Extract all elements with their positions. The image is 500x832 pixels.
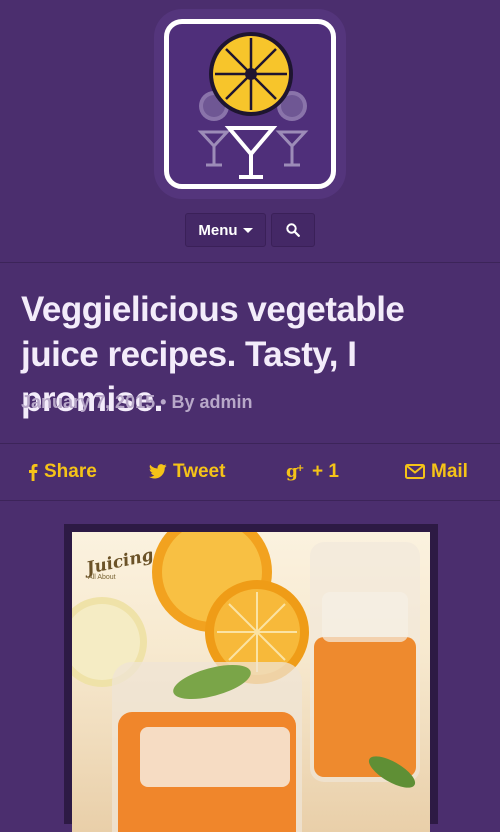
svg-text:+: + — [296, 463, 304, 474]
mail-share-button[interactable]: Mail — [405, 443, 468, 500]
google-plus-share-button[interactable]: g + + 1 — [286, 443, 339, 500]
search-icon — [286, 223, 300, 237]
header-divider — [0, 262, 500, 263]
share-divider-bottom — [0, 500, 500, 501]
google-plus-icon: g + — [286, 462, 304, 482]
facebook-share-label: Share — [44, 460, 97, 482]
meta-separator: • — [160, 392, 167, 412]
logo-box — [164, 19, 336, 189]
by-prefix: By — [171, 392, 195, 412]
twitter-share-label: Tweet — [173, 460, 226, 482]
mail-share-label: Mail — [431, 460, 468, 482]
twitter-share-button[interactable]: Tweet — [149, 443, 225, 500]
menu-label: Menu — [198, 221, 238, 239]
caret-down-icon — [242, 227, 253, 233]
twitter-icon — [149, 464, 167, 479]
menu-button[interactable]: Menu — [185, 213, 266, 247]
share-bar: Share Tweet g + + 1 Mail — [0, 443, 500, 500]
main-nav: Menu — [0, 213, 500, 249]
search-button[interactable] — [271, 213, 315, 247]
mail-icon — [405, 464, 425, 479]
facebook-share-button[interactable]: Share — [28, 443, 97, 500]
featured-image[interactable]: All About Juicing — [72, 532, 430, 832]
featured-image-frame: All About Juicing — [64, 524, 438, 832]
post-date[interactable]: January 7, 2015 — [21, 392, 155, 412]
post-meta: January 7, 2015 • By admin — [21, 392, 253, 413]
site-header: Menu — [0, 0, 500, 262]
google-plus-share-label: + 1 — [312, 460, 339, 482]
juice-photo-icon — [72, 532, 420, 832]
site-logo[interactable] — [154, 9, 346, 199]
author-link[interactable]: admin — [199, 392, 252, 412]
facebook-icon — [29, 463, 38, 481]
logo-graphic-icon — [197, 32, 309, 179]
